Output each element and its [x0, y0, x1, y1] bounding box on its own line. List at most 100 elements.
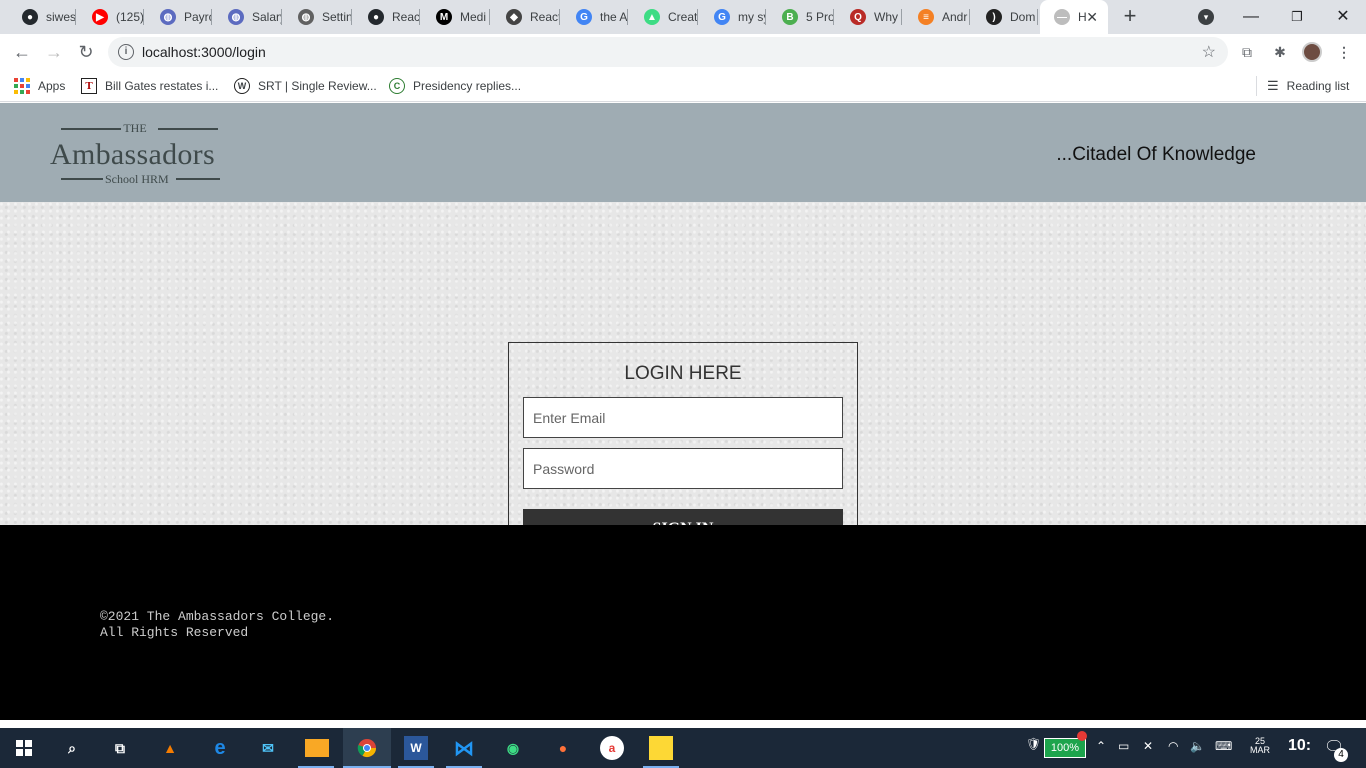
browser-tab[interactable]: Gmy sy [700, 0, 766, 34]
bookmark-star-icon[interactable]: ☆ [1202, 42, 1216, 62]
reading-list-label: Reading list [1286, 79, 1350, 93]
tab-label: Medi [460, 10, 487, 24]
bookmark-presidency[interactable]: C Presidency replies... [389, 77, 521, 95]
browser-tab[interactable]: ◍ Payro [146, 0, 212, 34]
browser-tab[interactable]: ● React [354, 0, 420, 34]
tab-label: the A [600, 10, 628, 24]
reload-icon[interactable]: ↻ [74, 40, 98, 64]
url-text[interactable]: localhost:3000/login [142, 44, 266, 60]
email-field[interactable] [523, 397, 843, 438]
browser-tab[interactable]: ◆ React [492, 0, 560, 34]
clock-text[interactable]: 10: [1288, 737, 1311, 755]
bookmark-label: Presidency replies... [413, 79, 522, 93]
main-content: LOGIN HERE SIGN IN [0, 202, 1366, 564]
medium-icon: M [436, 9, 452, 25]
tab-separator [351, 9, 352, 25]
tab-search-icon[interactable]: ▾ [1198, 9, 1214, 25]
bookmark-srt[interactable]: W SRT | Single Review... [234, 77, 377, 95]
logo-name: Ambassadors [50, 138, 215, 171]
browser-tab[interactable]: ◍ Settin [284, 0, 352, 34]
password-field[interactable] [523, 448, 843, 489]
bookmark-bill-gates[interactable]: T Bill Gates restates i... [81, 77, 218, 95]
firefox-icon[interactable]: ● [551, 736, 575, 760]
shield-icon[interactable]: 🛡 [1026, 737, 1041, 751]
new-tab-button[interactable]: + [1118, 5, 1142, 29]
globe-icon: ◍ [228, 9, 244, 25]
logo-rule [158, 128, 218, 130]
tab-label: (125) [116, 10, 144, 24]
app-a-icon[interactable]: a [600, 736, 624, 760]
browser-tab[interactable]: ● siwes [8, 0, 76, 34]
restore-button[interactable]: ❐ [1274, 4, 1320, 30]
battery-indicator[interactable]: 100% [1044, 738, 1086, 758]
file-explorer-icon[interactable] [305, 739, 329, 757]
windows-start-icon[interactable] [12, 736, 36, 760]
chevron-up-icon[interactable]: ⌃ [1096, 739, 1106, 753]
vlc-icon[interactable]: ▲ [158, 736, 182, 760]
login-title: LOGIN HERE [624, 363, 742, 384]
mail-icon[interactable]: ✉ [256, 736, 280, 760]
notification-dot-icon [1077, 731, 1087, 741]
tab-label: Dom [1010, 10, 1036, 24]
reading-list-button[interactable]: ☰ Reading list [1256, 76, 1349, 96]
address-bar[interactable]: i localhost:3000/login ☆ [108, 37, 1228, 67]
tab-separator [419, 9, 420, 25]
word-icon[interactable]: W [404, 736, 428, 760]
profile-avatar[interactable] [1302, 42, 1322, 62]
reading-list-icon: ☰ [1267, 78, 1279, 93]
browser-tab[interactable]: ▶ (125) [78, 0, 144, 34]
network-off-icon[interactable]: ✕ [1143, 739, 1153, 753]
vscode-icon[interactable]: ⋈ [452, 736, 476, 760]
android-icon: ▲ [644, 9, 660, 25]
browser-tab[interactable]: ▲ Creat [630, 0, 698, 34]
bookmark-label: Apps [38, 79, 66, 93]
minimize-button[interactable]: — [1228, 4, 1274, 30]
browser-tab[interactable]: ) Dom [972, 0, 1038, 34]
browser-tab[interactable]: Gthe A [562, 0, 628, 34]
browser-tab[interactable]: ◍ Salary [214, 0, 282, 34]
tab-label: Settin [322, 10, 352, 24]
c-logo-icon: C [389, 78, 405, 94]
tab-separator [765, 9, 766, 25]
android-studio-icon[interactable]: ◉ [501, 736, 525, 760]
w-logo-icon: W [234, 78, 250, 94]
copyright-line: ©2021 The Ambassadors College. [100, 609, 335, 624]
tab-label: Creat [668, 10, 698, 24]
sticky-notes-icon[interactable] [649, 736, 673, 760]
bookmark-label: SRT | Single Review... [258, 79, 377, 93]
site-footer: ©2021 The Ambassadors College. All Right… [0, 525, 1366, 720]
wifi-icon[interactable]: ◠ [1168, 739, 1178, 753]
extension-icon[interactable]: ⧉ [1237, 42, 1257, 62]
site-info-icon[interactable]: i [118, 44, 134, 60]
bookmark-label: Bill Gates restates i... [105, 79, 219, 93]
browser-tab[interactable]: M Medi [422, 0, 490, 34]
browser-tab[interactable]: B 5 Pro [768, 0, 834, 34]
tab-label: Why [874, 10, 898, 24]
browser-tab[interactable]: ≡ Andr [904, 0, 970, 34]
menu-kebab-icon[interactable]: ⋮ [1334, 42, 1354, 62]
close-window-button[interactable]: ✕ [1320, 4, 1366, 30]
forward-arrow-icon[interactable]: → [42, 40, 66, 64]
edge-icon[interactable]: e [208, 736, 232, 760]
page-viewport: THE Ambassadors School HRM ...Citadel Of… [0, 103, 1366, 720]
back-arrow-icon[interactable]: ← [10, 40, 34, 64]
site-logo[interactable]: THE Ambassadors School HRM [50, 121, 235, 187]
volume-icon[interactable]: 🔈 [1190, 739, 1205, 753]
tab-separator [833, 9, 834, 25]
logo-rule [61, 178, 103, 180]
google-icon: G [714, 9, 730, 25]
tab-label: 5 Pro [806, 10, 834, 24]
browser-tab[interactable]: — H ✕ [1040, 0, 1108, 34]
browser-tab[interactable]: Q Why [836, 0, 902, 34]
puzzle-extensions-icon[interactable]: ✱ [1270, 42, 1290, 62]
task-view-icon[interactable]: ⧉ [108, 736, 132, 760]
keyboard-icon[interactable]: ⌨ [1215, 739, 1232, 753]
close-tab-icon[interactable]: ✕ [1086, 9, 1098, 26]
battery-tray-icon[interactable]: ▭ [1118, 739, 1129, 753]
bookmark-apps[interactable]: Apps [14, 77, 65, 95]
search-icon[interactable]: ⌕ [60, 736, 84, 760]
tab-label: Andr [942, 10, 968, 24]
date-text[interactable]: 25 MAR [1250, 737, 1270, 755]
site-header: THE Ambassadors School HRM ...Citadel Of… [0, 103, 1366, 202]
chrome-icon[interactable] [355, 736, 379, 760]
